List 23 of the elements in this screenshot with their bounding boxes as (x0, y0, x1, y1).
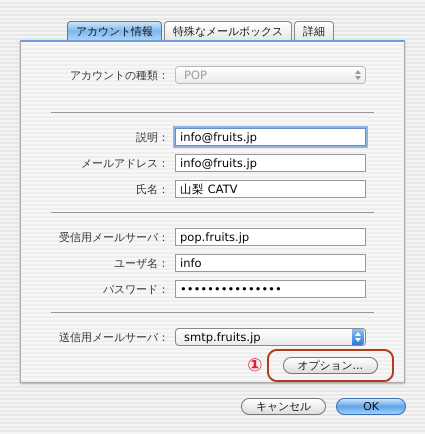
field-label: 説明： (135, 130, 170, 144)
field-label: アカウントの種類： (69, 68, 170, 82)
tab[interactable]: 特殊なメールボックス (164, 21, 292, 40)
input-field[interactable]: info (175, 254, 366, 272)
field-label: 受信用メールサーバ： (58, 230, 170, 244)
input-field[interactable]: 山梨 CATV (175, 180, 366, 198)
cancel-button[interactable]: キャンセル (241, 398, 326, 415)
options-button[interactable]: オプション... (282, 357, 378, 374)
password-field[interactable]: ••••••••••••••• (175, 280, 366, 298)
field-label: 氏名： (135, 182, 170, 196)
input-field[interactable]: info@fruits.jp (175, 128, 366, 146)
stepper-arrows-icon (352, 329, 364, 345)
tab[interactable]: 詳細 (294, 21, 334, 40)
field-label: 送信用メールサーバ： (58, 330, 170, 344)
input-field[interactable]: info@fruits.jp (175, 154, 366, 172)
input-field[interactable]: pop.fruits.jp (175, 228, 366, 246)
ok-button[interactable]: OK (336, 398, 406, 415)
tab[interactable]: アカウント情報 (67, 21, 162, 40)
field-label: メールアドレス： (80, 156, 170, 170)
popup-menu[interactable]: smtp.fruits.jp (175, 328, 366, 346)
field-label: パスワード： (102, 282, 170, 296)
field-label: ユーザ名： (113, 256, 170, 270)
step-number: ① (247, 355, 262, 376)
